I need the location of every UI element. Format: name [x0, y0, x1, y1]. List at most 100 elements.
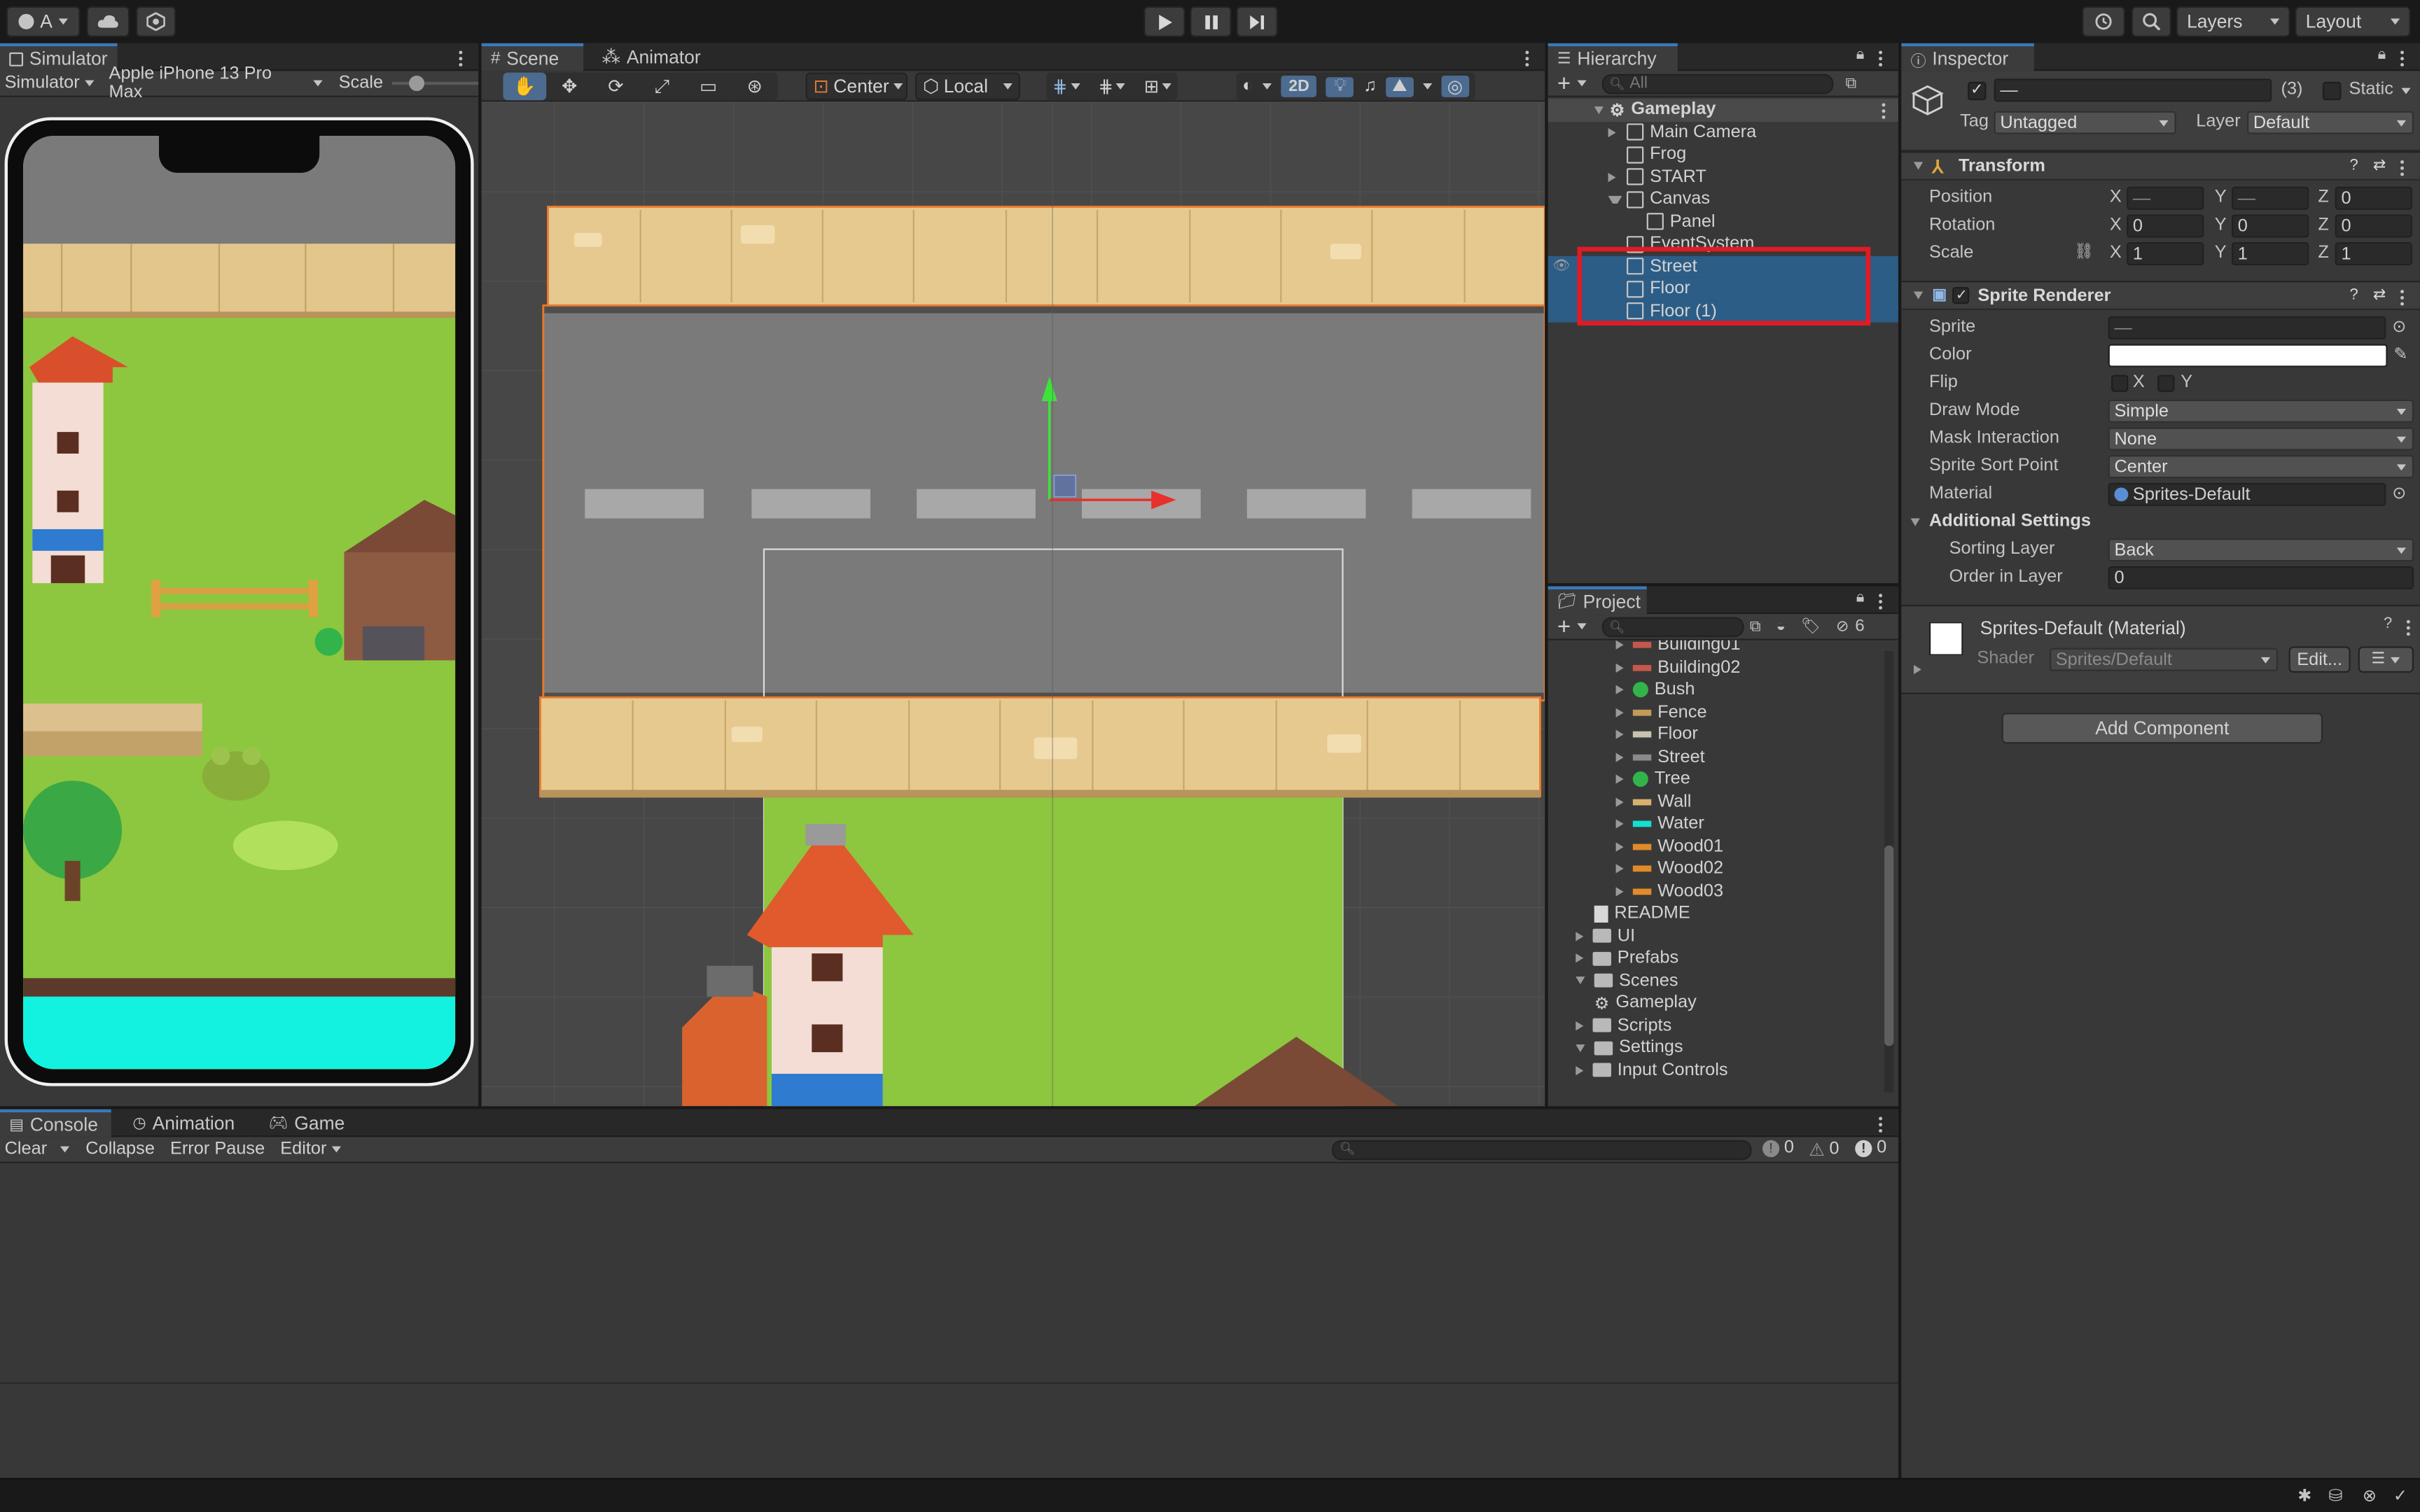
object-picker-icon[interactable]: ⊙	[2392, 483, 2406, 503]
step-button[interactable]	[1236, 6, 1278, 37]
tab-console[interactable]: ▤ Console	[0, 1109, 111, 1138]
move-tool-button[interactable]: ✥	[546, 73, 592, 101]
expand-arrow-icon[interactable]	[1615, 864, 1624, 874]
progress-check-icon[interactable]: ✓	[2393, 1485, 2407, 1506]
static-checkbox[interactable]	[2323, 81, 2342, 101]
material-field[interactable]: Sprites-Default	[2108, 482, 2386, 506]
expand-arrow-icon[interactable]	[1576, 1021, 1584, 1030]
cache-server-icon[interactable]: ⛁	[2328, 1485, 2342, 1506]
rotation-x-field[interactable]: 0	[2127, 214, 2204, 238]
flip-y-checkbox[interactable]	[2157, 374, 2175, 392]
undo-history-button[interactable]	[2082, 6, 2125, 37]
tab-inspector[interactable]: ⓘ Inspector	[1901, 43, 2034, 71]
expand-arrow-icon[interactable]	[1615, 640, 1624, 650]
tab-animator[interactable]: ⁂ Animator	[592, 43, 701, 71]
project-item[interactable]: Settings	[1548, 1037, 1880, 1059]
effects-icon[interactable]: ⛰︎	[1386, 76, 1414, 97]
auto-generate-lighting-icon[interactable]: ⊗	[2363, 1485, 2377, 1506]
tab-scene[interactable]: # Scene	[481, 43, 584, 71]
rotate-tool-button[interactable]: ⟳	[592, 73, 639, 101]
audio-mute-icon[interactable]: ♫	[1363, 77, 1377, 95]
project-menu-icon[interactable]	[1878, 592, 1883, 610]
expand-arrow-icon[interactable]	[1576, 976, 1585, 985]
collab-button[interactable]	[135, 6, 176, 37]
position-y-field[interactable]: —	[2231, 186, 2309, 210]
sprite-renderer-menu-icon[interactable]	[2400, 288, 2405, 306]
project-item[interactable]: Prefabs	[1548, 947, 1880, 969]
hand-tool-button[interactable]: ✋	[503, 72, 547, 101]
scale-x-field[interactable]: 1	[2127, 242, 2204, 266]
expand-arrow-icon[interactable]	[1615, 797, 1624, 807]
lighting-icon[interactable]: 💡︎	[1326, 76, 1354, 97]
cloud-button[interactable]	[86, 6, 130, 37]
error-pause-button[interactable]: Error Pause	[170, 1140, 265, 1158]
sprite-field[interactable]: —	[2108, 316, 2386, 340]
edit-shader-button[interactable]: Edit...	[2288, 646, 2351, 673]
tab-project[interactable]: 📁︎ Project	[1548, 586, 1647, 615]
active-checkbox[interactable]: ✓	[1968, 81, 1987, 101]
expand-arrow-icon[interactable]	[1615, 708, 1624, 718]
hierarchy-scene-root[interactable]: ⚙ Gameplay	[1548, 99, 1898, 122]
shader-options-button[interactable]: ☰	[2358, 646, 2414, 673]
expand-arrow-icon[interactable]	[1615, 752, 1624, 762]
eyedropper-icon[interactable]: ✎	[2393, 344, 2407, 364]
scale-y-field[interactable]: 1	[2231, 242, 2309, 266]
rotation-z-field[interactable]: 0	[2335, 214, 2412, 238]
play-button[interactable]	[1143, 6, 1185, 37]
expand-arrow-icon[interactable]	[1615, 841, 1624, 852]
expand-arrow-icon[interactable]	[1608, 127, 1622, 137]
help-icon[interactable]: ?	[2384, 615, 2392, 632]
grid-snap-icon[interactable]: ⋕	[1052, 76, 1067, 97]
layer-dropdown[interactable]: Default	[2247, 111, 2414, 134]
expand-arrow-icon[interactable]	[1615, 730, 1624, 740]
expand-arrow-icon[interactable]	[1615, 819, 1624, 830]
preset-icon[interactable]: ⇄	[2373, 287, 2386, 304]
project-item[interactable]: Scripts	[1548, 1014, 1880, 1037]
hidden-packages-icon[interactable]: ⊘	[1836, 618, 1849, 635]
help-icon[interactable]: ?	[2349, 158, 2358, 174]
hierarchy-item[interactable]: START	[1548, 166, 1898, 188]
scene-menu-icon[interactable]	[1524, 49, 1530, 66]
project-item[interactable]: Building01	[1548, 640, 1880, 657]
lock-icon[interactable]: 🔒︎	[2378, 46, 2386, 63]
expand-arrow-icon[interactable]	[1576, 1065, 1584, 1075]
search-scope-icon[interactable]: ⧉	[1750, 618, 1761, 635]
space-dropdown[interactable]: ⬡ Local	[915, 72, 1020, 101]
error-count-toggle[interactable]: ! 0	[1855, 1139, 1886, 1157]
collapse-button[interactable]: Collapse	[85, 1140, 155, 1158]
increment-snap-icon[interactable]: ⊞	[1144, 76, 1159, 97]
hidden-objects-icon[interactable]: ◎	[1440, 75, 1469, 97]
flip-x-checkbox[interactable]	[2111, 374, 2129, 392]
tab-hierarchy[interactable]: ☰ Hierarchy	[1548, 43, 1678, 71]
scale-tool-button[interactable]: ⤢	[639, 73, 685, 101]
expand-arrow-icon[interactable]	[1608, 195, 1622, 204]
project-item[interactable]: Street	[1548, 746, 1880, 769]
expand-arrow-icon[interactable]	[1576, 953, 1584, 963]
tag-dropdown[interactable]: Untagged	[1994, 111, 2176, 134]
hierarchy-item[interactable]: Panel	[1548, 211, 1898, 233]
draw-mode-icon[interactable]: ◐	[1242, 77, 1253, 95]
transform-menu-icon[interactable]	[2400, 159, 2405, 176]
project-scrollbar[interactable]	[1884, 651, 1894, 1093]
lock-icon[interactable]: 🔒︎	[1856, 46, 1865, 63]
filter-label-icon[interactable]: 🏷︎	[1801, 618, 1821, 635]
project-item[interactable]: Wood01	[1548, 835, 1880, 858]
position-z-field[interactable]: 0	[2335, 186, 2412, 210]
order-in-layer-field[interactable]: 0	[2108, 566, 2414, 589]
layout-dropdown[interactable]: Layout	[2295, 6, 2411, 37]
console-search-input[interactable]: 🔍︎	[1332, 1140, 1752, 1161]
pivot-dropdown[interactable]: ⊡ Center	[805, 72, 908, 101]
sprite-renderer-section-header[interactable]: ▣ ✓ Sprite Renderer ? ⇄	[1901, 281, 2420, 311]
project-item[interactable]: Input Controls	[1548, 1059, 1880, 1082]
expand-arrow-icon[interactable]	[1576, 1044, 1585, 1052]
draw-mode-dropdown[interactable]: Simple	[2108, 399, 2414, 423]
tab-animation[interactable]: ◷ Animation	[123, 1110, 250, 1138]
help-icon[interactable]: ?	[2349, 287, 2358, 304]
pause-button[interactable]	[1190, 6, 1232, 37]
project-item[interactable]: Wall	[1548, 791, 1880, 813]
console-detail-area[interactable]	[0, 1385, 1898, 1478]
project-item[interactable]: Scenes	[1548, 969, 1880, 992]
preset-icon[interactable]: ⇄	[2373, 158, 2386, 174]
lock-icon[interactable]: 🔒︎	[1856, 589, 1865, 606]
filter-type-icon[interactable]: ◒	[1776, 618, 1786, 635]
